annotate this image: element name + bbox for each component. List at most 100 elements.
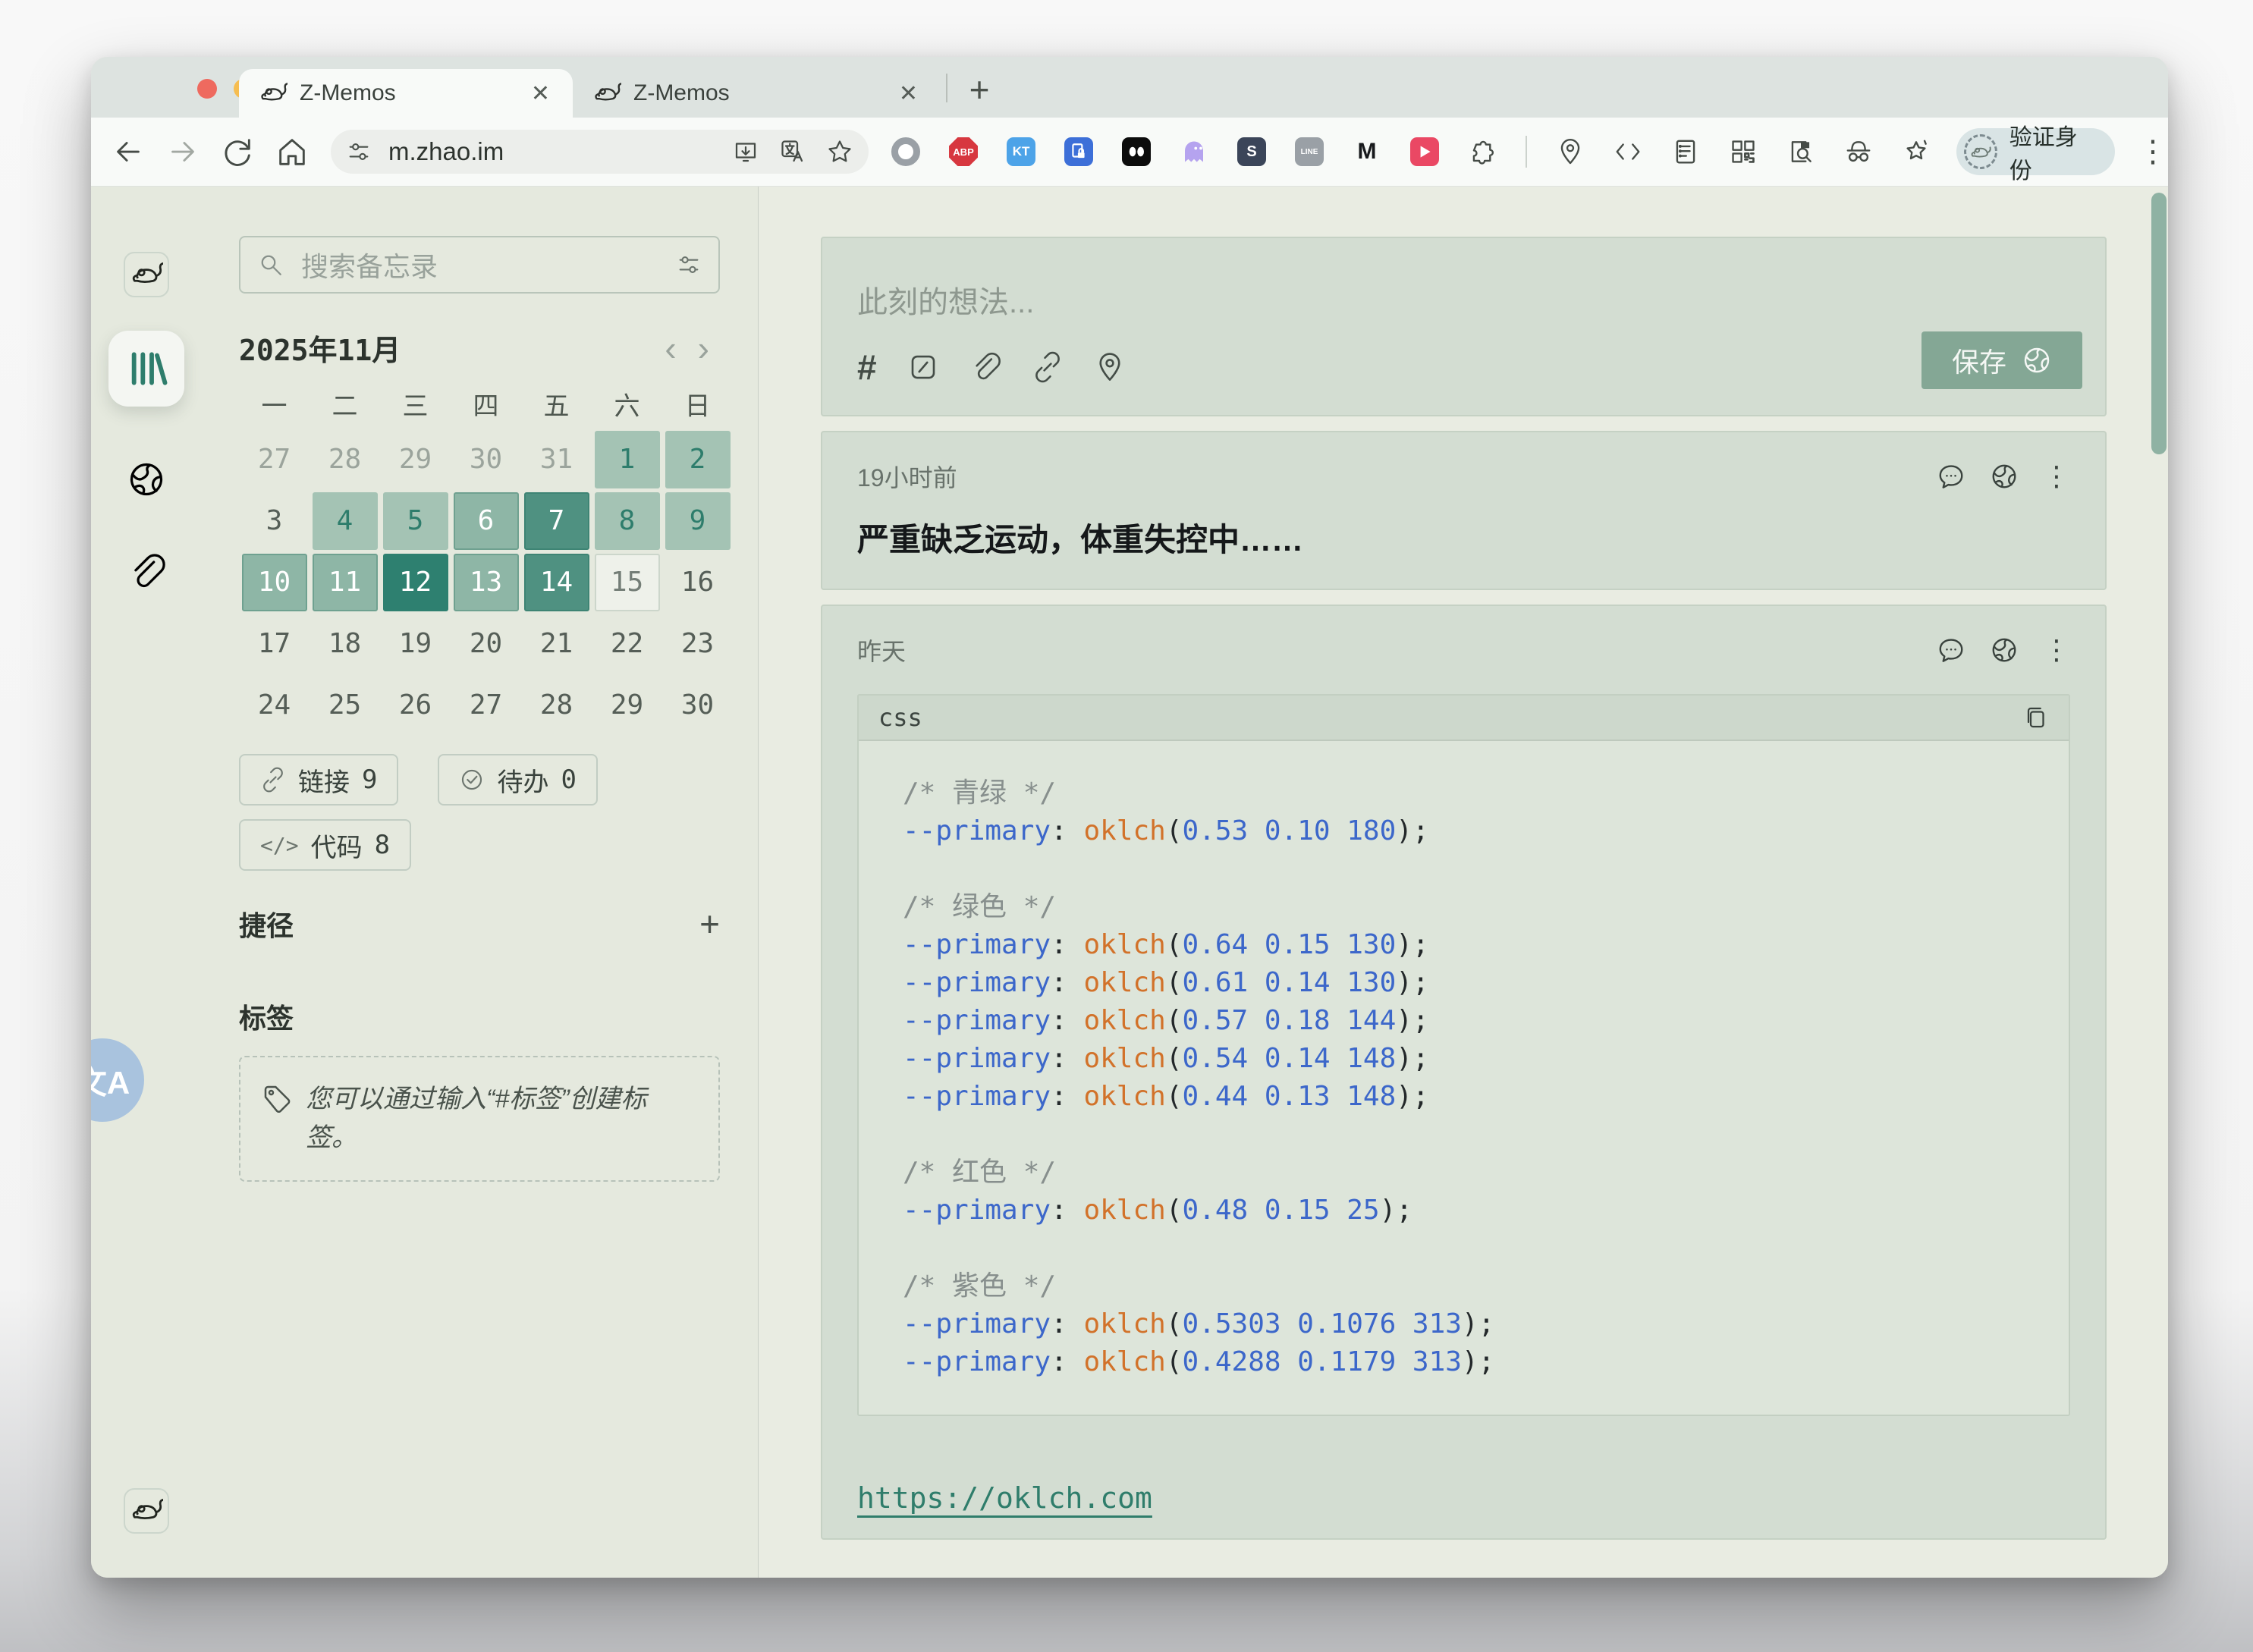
site-settings-icon[interactable] xyxy=(346,139,372,165)
video-extension-icon[interactable] xyxy=(1410,137,1439,166)
home-button[interactable] xyxy=(275,134,310,169)
calendar-day-11[interactable]: 11 xyxy=(313,554,378,611)
hashtag-icon[interactable]: # xyxy=(857,350,877,385)
calendar-day-18[interactable]: 18 xyxy=(313,615,378,673)
attach-paperclip-icon[interactable] xyxy=(969,351,1001,383)
insert-link-icon[interactable] xyxy=(1032,351,1064,383)
calendar-day-29[interactable]: 29 xyxy=(595,677,660,734)
public-globe-icon[interactable] xyxy=(1990,636,2019,664)
calendar-day-16[interactable]: 16 xyxy=(665,554,731,611)
public-globe-icon[interactable] xyxy=(1990,462,2019,491)
calendar-day-28[interactable]: 28 xyxy=(313,431,378,488)
location-pin-icon[interactable] xyxy=(1094,351,1126,383)
rail-bottom-mouse-button[interactable] xyxy=(124,1488,169,1534)
calendar-day-7[interactable]: 7 xyxy=(524,492,589,550)
calendar-day-25[interactable]: 25 xyxy=(313,677,378,734)
todo-checkbox-icon[interactable] xyxy=(907,351,939,383)
tab-close-icon[interactable]: ✕ xyxy=(528,80,553,107)
search-page-tool-icon[interactable] xyxy=(1786,137,1815,166)
calendar-day-31[interactable]: 31 xyxy=(524,431,589,488)
comment-bubble-icon[interactable] xyxy=(1937,462,1965,491)
new-tab-button[interactable]: + xyxy=(960,69,998,110)
calendar-day-2[interactable]: 2 xyxy=(665,431,731,488)
add-shortcut-button[interactable]: + xyxy=(699,906,720,941)
calendar-day-1[interactable]: 1 xyxy=(595,431,660,488)
password-lock-extension-icon[interactable] xyxy=(1064,137,1093,166)
extensions-puzzle-icon[interactable] xyxy=(1468,137,1497,166)
calendar-day-15[interactable]: 15 xyxy=(595,554,660,611)
app-logo-mouse-button[interactable] xyxy=(124,252,169,297)
calendar-day-9[interactable]: 9 xyxy=(665,492,731,550)
calendar-day-22[interactable]: 22 xyxy=(595,615,660,673)
eyes-extension-icon[interactable] xyxy=(1122,137,1151,166)
memo-link[interactable]: https://oklch.com xyxy=(857,1481,1152,1515)
memo-menu-kebab-icon[interactable]: ⋮ xyxy=(2043,636,2070,664)
circle-extension-icon[interactable] xyxy=(891,137,920,166)
stat-code-chip[interactable]: </> 代码 8 xyxy=(239,819,411,871)
calendar-day-28[interactable]: 28 xyxy=(524,677,589,734)
stat-todos-chip[interactable]: 待办 0 xyxy=(438,754,597,806)
ghost-extension-icon[interactable] xyxy=(1180,137,1208,166)
qr-code-tool-icon[interactable] xyxy=(1729,137,1758,166)
nav-memos-library-button[interactable] xyxy=(108,331,184,407)
line-extension-icon[interactable]: LINE xyxy=(1295,137,1324,166)
search-filter-icon[interactable] xyxy=(676,252,702,278)
save-button[interactable]: 保存 xyxy=(1921,331,2082,389)
close-window-button[interactable] xyxy=(197,79,217,99)
nav-attachments-paperclip-button[interactable] xyxy=(127,552,166,592)
sparkle-star-tool-icon[interactable] xyxy=(1902,137,1931,166)
copy-code-icon[interactable] xyxy=(2022,704,2049,731)
calendar-day-30[interactable]: 30 xyxy=(665,677,731,734)
calendar-day-8[interactable]: 8 xyxy=(595,492,660,550)
m-extension-icon[interactable]: M xyxy=(1353,137,1381,166)
comment-bubble-icon[interactable] xyxy=(1937,636,1965,664)
calendar-day-14[interactable]: 14 xyxy=(524,554,589,611)
calendar-day-21[interactable]: 21 xyxy=(524,615,589,673)
calendar-day-27[interactable]: 27 xyxy=(454,677,519,734)
calendar-next-icon[interactable]: › xyxy=(687,331,720,366)
tab-zmemos-active[interactable]: Z-Memos ✕ xyxy=(239,69,573,118)
code-brackets-tool-icon[interactable] xyxy=(1614,137,1642,166)
browser-menu-kebab-icon[interactable]: ⋮ xyxy=(2138,137,2168,167)
incognito-detective-tool-icon[interactable] xyxy=(1844,137,1873,166)
back-button[interactable] xyxy=(111,134,146,169)
stat-links-chip[interactable]: 链接 9 xyxy=(239,754,398,806)
kt-extension-icon[interactable]: KT xyxy=(1007,137,1035,166)
reading-list-tool-icon[interactable] xyxy=(1671,137,1700,166)
calendar-day-26[interactable]: 26 xyxy=(383,677,448,734)
calendar-day-12[interactable]: 12 xyxy=(383,554,448,611)
install-app-icon[interactable] xyxy=(732,138,759,165)
calendar-day-23[interactable]: 23 xyxy=(665,615,731,673)
calendar-day-13[interactable]: 13 xyxy=(454,554,519,611)
calendar-day-19[interactable]: 19 xyxy=(383,615,448,673)
calendar-day-5[interactable]: 5 xyxy=(383,492,448,550)
reload-button[interactable] xyxy=(220,134,255,169)
adblock-plus-icon[interactable]: ABP xyxy=(949,137,978,166)
memo-menu-kebab-icon[interactable]: ⋮ xyxy=(2043,463,2070,490)
tab-zmemos-inactive[interactable]: Z-Memos ✕ xyxy=(573,69,941,118)
memo-editor-card[interactable]: 此刻的想法... # 保存 xyxy=(821,237,2107,416)
nav-explore-globe-button[interactable] xyxy=(127,460,166,499)
url-text[interactable]: m.zhao.im xyxy=(388,137,712,166)
address-bar[interactable]: m.zhao.im xyxy=(331,130,869,174)
calendar-day-29[interactable]: 29 xyxy=(383,431,448,488)
calendar-day-20[interactable]: 20 xyxy=(454,615,519,673)
calendar-prev-icon[interactable]: ‹ xyxy=(654,331,687,366)
calendar-day-3[interactable]: 3 xyxy=(242,492,307,550)
profile-chip[interactable]: 验证身份 xyxy=(1956,128,2115,175)
editor-placeholder[interactable]: 此刻的想法... xyxy=(857,278,2070,322)
calendar-day-6[interactable]: 6 xyxy=(454,492,519,550)
search-input[interactable]: 搜索备忘录 xyxy=(239,236,720,294)
s-extension-icon[interactable]: S xyxy=(1237,137,1266,166)
calendar-day-24[interactable]: 24 xyxy=(242,677,307,734)
calendar-day-30[interactable]: 30 xyxy=(454,431,519,488)
translate-page-icon[interactable] xyxy=(779,138,806,165)
calendar-day-27[interactable]: 27 xyxy=(242,431,307,488)
forward-button[interactable] xyxy=(165,134,200,169)
calendar-day-10[interactable]: 10 xyxy=(242,554,307,611)
bookmark-star-icon[interactable] xyxy=(826,138,853,165)
location-pin-tool-icon[interactable] xyxy=(1556,137,1585,166)
page-scrollbar-thumb[interactable] xyxy=(2151,193,2167,454)
tab-close-icon[interactable]: ✕ xyxy=(896,80,921,107)
calendar-day-4[interactable]: 4 xyxy=(313,492,378,550)
